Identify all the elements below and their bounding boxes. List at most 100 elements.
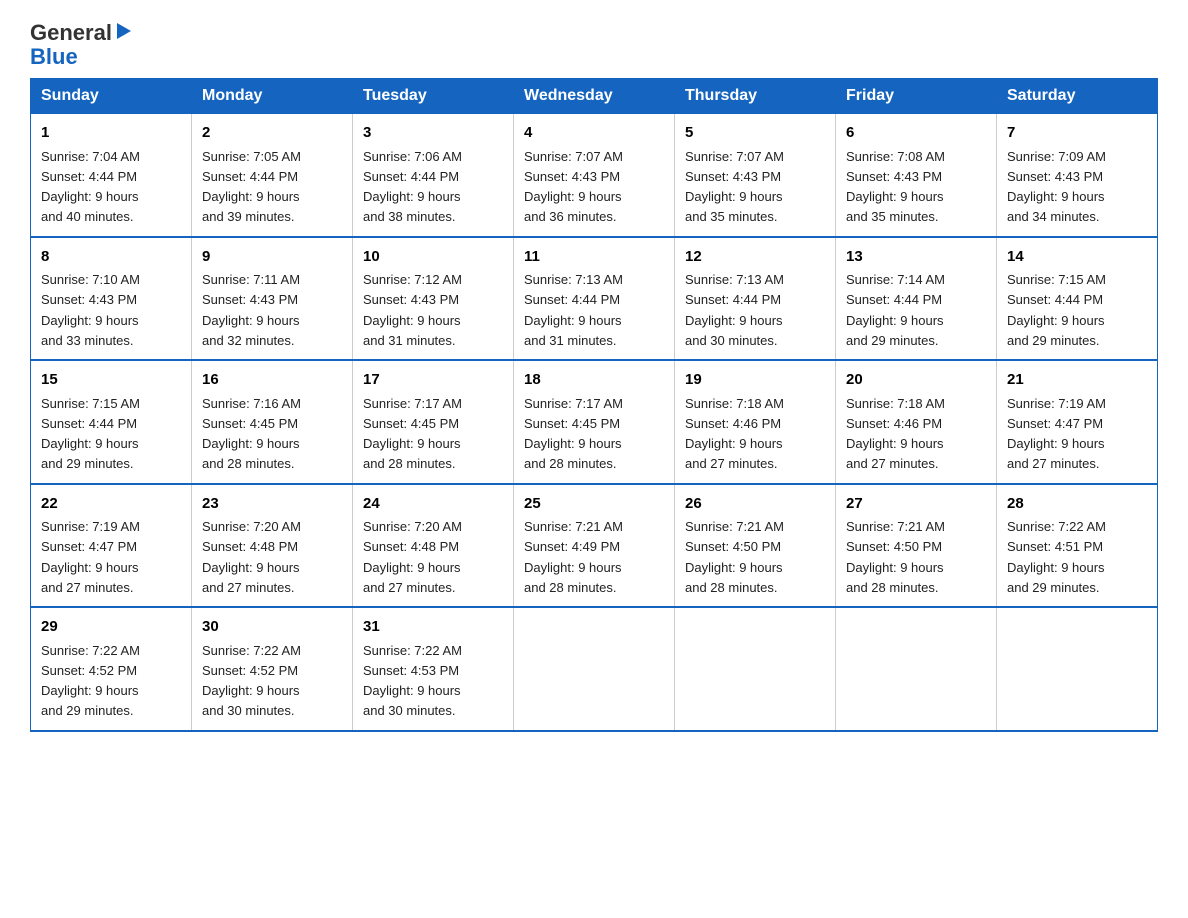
day-number: 29	[41, 616, 181, 639]
calendar-cell	[997, 607, 1158, 731]
calendar-cell: 1 Sunrise: 7:04 AMSunset: 4:44 PMDaylight…	[31, 114, 192, 237]
day-number: 16	[202, 369, 342, 392]
calendar-cell: 30 Sunrise: 7:22 AMSunset: 4:52 PMDayligh…	[192, 607, 353, 731]
day-info: Sunrise: 7:18 AMSunset: 4:46 PMDaylight:…	[846, 396, 945, 472]
day-number: 30	[202, 616, 342, 639]
calendar-cell: 2 Sunrise: 7:05 AMSunset: 4:44 PMDaylight…	[192, 114, 353, 237]
calendar-week-row: 8 Sunrise: 7:10 AMSunset: 4:43 PMDaylight…	[31, 237, 1158, 361]
day-info: Sunrise: 7:17 AMSunset: 4:45 PMDaylight:…	[363, 396, 462, 472]
day-info: Sunrise: 7:07 AMSunset: 4:43 PMDaylight:…	[685, 149, 784, 225]
day-number: 18	[524, 369, 664, 392]
calendar-week-row: 1 Sunrise: 7:04 AMSunset: 4:44 PMDaylight…	[31, 114, 1158, 237]
day-info: Sunrise: 7:06 AMSunset: 4:44 PMDaylight:…	[363, 149, 462, 225]
logo-arrow-icon	[115, 24, 133, 42]
day-info: Sunrise: 7:20 AMSunset: 4:48 PMDaylight:…	[363, 519, 462, 595]
weekday-header-wednesday: Wednesday	[514, 79, 675, 114]
day-number: 1	[41, 122, 181, 145]
day-number: 11	[524, 246, 664, 269]
day-info: Sunrise: 7:22 AMSunset: 4:53 PMDaylight:…	[363, 643, 462, 719]
calendar-cell: 26Sunrise: 7:21 AMSunset: 4:50 PMDayligh…	[675, 484, 836, 608]
day-info: Sunrise: 7:05 AMSunset: 4:44 PMDaylight:…	[202, 149, 301, 225]
calendar-cell: 14Sunrise: 7:15 AMSunset: 4:44 PMDayligh…	[997, 237, 1158, 361]
day-info: Sunrise: 7:19 AMSunset: 4:47 PMDaylight:…	[41, 519, 140, 595]
calendar-cell: 3 Sunrise: 7:06 AMSunset: 4:44 PMDaylight…	[353, 114, 514, 237]
day-number: 23	[202, 493, 342, 516]
calendar-cell: 12 Sunrise: 7:13 AMSunset: 4:44 PMDayligh…	[675, 237, 836, 361]
calendar-week-row: 22Sunrise: 7:19 AMSunset: 4:47 PMDayligh…	[31, 484, 1158, 608]
day-number: 20	[846, 369, 986, 392]
day-info: Sunrise: 7:21 AMSunset: 4:50 PMDaylight:…	[846, 519, 945, 595]
day-info: Sunrise: 7:15 AMSunset: 4:44 PMDaylight:…	[41, 396, 140, 472]
calendar-cell: 9Sunrise: 7:11 AMSunset: 4:43 PMDaylight…	[192, 237, 353, 361]
day-number: 2	[202, 122, 342, 145]
page-header: General Blue	[30, 20, 1158, 68]
calendar-cell: 29 Sunrise: 7:22 AMSunset: 4:52 PMDayligh…	[31, 607, 192, 731]
day-info: Sunrise: 7:22 AMSunset: 4:51 PMDaylight:…	[1007, 519, 1106, 595]
day-number: 12	[685, 246, 825, 269]
day-info: Sunrise: 7:13 AMSunset: 4:44 PMDaylight:…	[524, 272, 623, 348]
calendar-cell: 10 Sunrise: 7:12 AMSunset: 4:43 PMDayligh…	[353, 237, 514, 361]
day-info: Sunrise: 7:17 AMSunset: 4:45 PMDaylight:…	[524, 396, 623, 472]
calendar-cell: 5 Sunrise: 7:07 AMSunset: 4:43 PMDaylight…	[675, 114, 836, 237]
weekday-header-friday: Friday	[836, 79, 997, 114]
day-info: Sunrise: 7:19 AMSunset: 4:47 PMDaylight:…	[1007, 396, 1106, 472]
calendar-cell	[514, 607, 675, 731]
calendar-cell: 31 Sunrise: 7:22 AMSunset: 4:53 PMDayligh…	[353, 607, 514, 731]
day-info: Sunrise: 7:22 AMSunset: 4:52 PMDaylight:…	[202, 643, 301, 719]
day-number: 5	[685, 122, 825, 145]
day-info: Sunrise: 7:16 AMSunset: 4:45 PMDaylight:…	[202, 396, 301, 472]
day-info: Sunrise: 7:21 AMSunset: 4:49 PMDaylight:…	[524, 519, 623, 595]
calendar-cell: 16 Sunrise: 7:16 AMSunset: 4:45 PMDayligh…	[192, 360, 353, 484]
day-info: Sunrise: 7:14 AMSunset: 4:44 PMDaylight:…	[846, 272, 945, 348]
weekday-header-saturday: Saturday	[997, 79, 1158, 114]
day-info: Sunrise: 7:15 AMSunset: 4:44 PMDaylight:…	[1007, 272, 1106, 348]
day-number: 10	[363, 246, 503, 269]
day-number: 19	[685, 369, 825, 392]
calendar-cell: 6Sunrise: 7:08 AMSunset: 4:43 PMDaylight…	[836, 114, 997, 237]
calendar-week-row: 15 Sunrise: 7:15 AMSunset: 4:44 PMDayligh…	[31, 360, 1158, 484]
day-info: Sunrise: 7:18 AMSunset: 4:46 PMDaylight:…	[685, 396, 784, 472]
day-info: Sunrise: 7:10 AMSunset: 4:43 PMDaylight:…	[41, 272, 140, 348]
calendar-cell: 24 Sunrise: 7:20 AMSunset: 4:48 PMDayligh…	[353, 484, 514, 608]
day-info: Sunrise: 7:22 AMSunset: 4:52 PMDaylight:…	[41, 643, 140, 719]
day-number: 21	[1007, 369, 1147, 392]
day-info: Sunrise: 7:07 AMSunset: 4:43 PMDaylight:…	[524, 149, 623, 225]
calendar-cell: 7 Sunrise: 7:09 AMSunset: 4:43 PMDaylight…	[997, 114, 1158, 237]
calendar-cell	[675, 607, 836, 731]
day-number: 3	[363, 122, 503, 145]
calendar-cell: 15 Sunrise: 7:15 AMSunset: 4:44 PMDayligh…	[31, 360, 192, 484]
calendar-table: SundayMondayTuesdayWednesdayThursdayFrid…	[30, 78, 1158, 732]
logo-blue-text: Blue	[30, 46, 78, 68]
weekday-header-tuesday: Tuesday	[353, 79, 514, 114]
day-info: Sunrise: 7:11 AMSunset: 4:43 PMDaylight:…	[202, 272, 300, 348]
calendar-week-row: 29 Sunrise: 7:22 AMSunset: 4:52 PMDayligh…	[31, 607, 1158, 731]
weekday-header-sunday: Sunday	[31, 79, 192, 114]
day-number: 4	[524, 122, 664, 145]
calendar-cell: 21 Sunrise: 7:19 AMSunset: 4:47 PMDayligh…	[997, 360, 1158, 484]
day-number: 31	[363, 616, 503, 639]
day-number: 26	[685, 493, 825, 516]
day-info: Sunrise: 7:09 AMSunset: 4:43 PMDaylight:…	[1007, 149, 1106, 225]
day-info: Sunrise: 7:04 AMSunset: 4:44 PMDaylight:…	[41, 149, 140, 225]
day-number: 7	[1007, 122, 1147, 145]
day-info: Sunrise: 7:08 AMSunset: 4:43 PMDaylight:…	[846, 149, 945, 225]
calendar-cell: 28Sunrise: 7:22 AMSunset: 4:51 PMDayligh…	[997, 484, 1158, 608]
day-info: Sunrise: 7:20 AMSunset: 4:48 PMDaylight:…	[202, 519, 301, 595]
calendar-cell: 25Sunrise: 7:21 AMSunset: 4:49 PMDayligh…	[514, 484, 675, 608]
calendar-cell: 22Sunrise: 7:19 AMSunset: 4:47 PMDayligh…	[31, 484, 192, 608]
day-number: 15	[41, 369, 181, 392]
calendar-cell: 17 Sunrise: 7:17 AMSunset: 4:45 PMDayligh…	[353, 360, 514, 484]
day-number: 8	[41, 246, 181, 269]
calendar-cell: 11 Sunrise: 7:13 AMSunset: 4:44 PMDayligh…	[514, 237, 675, 361]
calendar-cell	[836, 607, 997, 731]
day-info: Sunrise: 7:13 AMSunset: 4:44 PMDaylight:…	[685, 272, 784, 348]
weekday-header-thursday: Thursday	[675, 79, 836, 114]
calendar-cell: 19 Sunrise: 7:18 AMSunset: 4:46 PMDayligh…	[675, 360, 836, 484]
day-number: 13	[846, 246, 986, 269]
day-number: 24	[363, 493, 503, 516]
day-number: 17	[363, 369, 503, 392]
calendar-cell: 23 Sunrise: 7:20 AMSunset: 4:48 PMDayligh…	[192, 484, 353, 608]
day-number: 27	[846, 493, 986, 516]
day-info: Sunrise: 7:12 AMSunset: 4:43 PMDaylight:…	[363, 272, 462, 348]
calendar-cell: 27 Sunrise: 7:21 AMSunset: 4:50 PMDayligh…	[836, 484, 997, 608]
